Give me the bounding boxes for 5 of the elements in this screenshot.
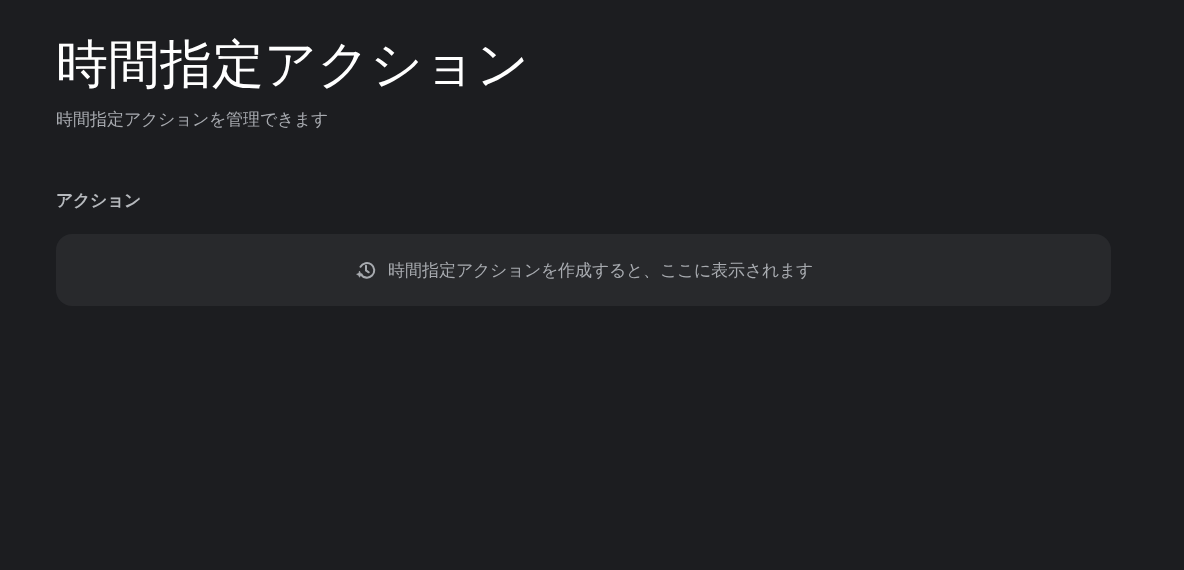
empty-message: 時間指定アクションを作成すると、ここに表示されます — [387, 258, 813, 282]
page-subtitle: 時間指定アクションを管理できます — [56, 108, 329, 131]
page-title: 時間指定アクション — [56, 33, 530, 96]
section-heading: アクション — [56, 189, 142, 212]
history-icon — [354, 259, 377, 281]
